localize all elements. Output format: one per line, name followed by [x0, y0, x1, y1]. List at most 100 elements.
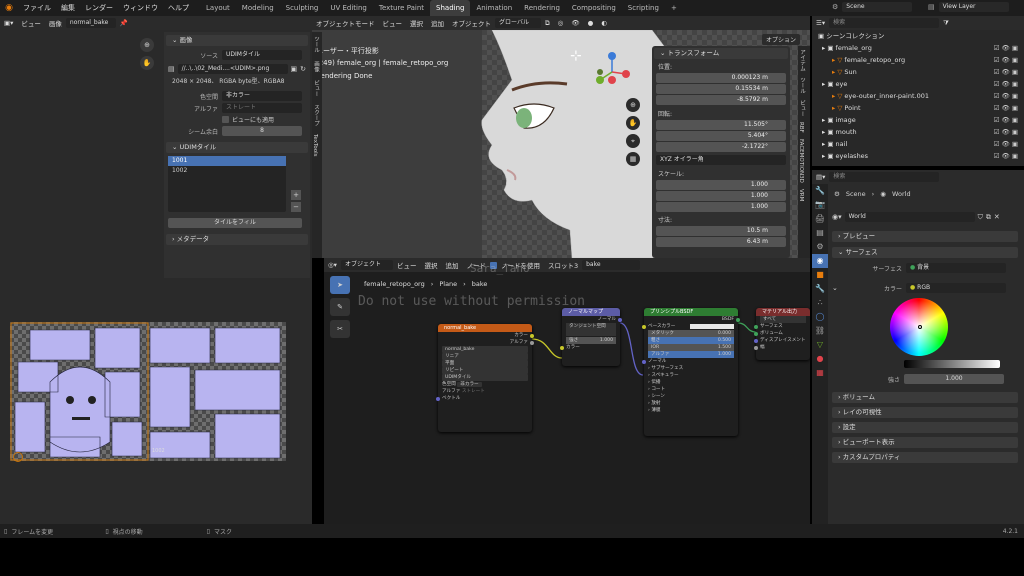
bsdf-roughness[interactable]: 粗さ 0.500: [644, 337, 738, 344]
outliner-type-icon[interactable]: ☰▾: [812, 19, 829, 27]
rotation-y[interactable]: 5.404°: [656, 131, 786, 141]
menu-image[interactable]: 画像: [45, 18, 66, 28]
properties-type-icon[interactable]: ▤▾: [812, 173, 829, 181]
tab-texture-paint[interactable]: Texture Paint: [373, 0, 430, 16]
bsdf-metallic[interactable]: メタリック 0.000: [644, 330, 738, 337]
output-displacement[interactable]: ディスプレイスメント: [754, 337, 810, 344]
hand-icon[interactable]: ✋: [140, 56, 154, 70]
value-slider[interactable]: [904, 360, 1000, 368]
tool-tab-icon[interactable]: 🔧: [812, 184, 828, 198]
outliner-search[interactable]: 検索: [829, 18, 940, 28]
physics-tab-icon[interactable]: ◯: [812, 310, 828, 324]
visibility-toggle-icon[interactable]: ☑ 👁 ▣: [994, 150, 1018, 162]
viewport-menu-select[interactable]: 選択: [406, 18, 427, 28]
image-node-alpha[interactable]: アルファ ストレート: [438, 388, 532, 395]
socket-surface-in[interactable]: [754, 324, 758, 329]
viewport-pan-icon[interactable]: ✋: [626, 116, 640, 130]
socket-normal-in[interactable]: [642, 359, 646, 364]
normal-map-strength[interactable]: 強さ 1.000: [562, 337, 620, 344]
section-image[interactable]: ⌄ 画像: [166, 35, 308, 46]
image-name-field[interactable]: normal_bake: [65, 18, 116, 28]
location-x[interactable]: 0.000123 m: [656, 73, 786, 83]
normal-map-space-field[interactable]: タンジェント空間: [566, 323, 616, 330]
socket-vector-in[interactable]: [436, 396, 440, 401]
material-tab-icon[interactable]: ●: [812, 352, 828, 366]
camera-view-icon[interactable]: ⌖: [626, 134, 640, 148]
scale-x[interactable]: 1.000: [656, 180, 786, 190]
normal-map-node[interactable]: ノーマルマップ ノーマル タンジェント空間 強さ 1.000 カラー: [560, 308, 622, 366]
menu-window[interactable]: ウィンドウ: [118, 3, 163, 13]
output-volume[interactable]: ボリューム: [754, 330, 810, 337]
normal-map-uv-field[interactable]: [566, 330, 616, 336]
section-custom-properties[interactable]: › カスタムプロパティ: [832, 452, 1018, 463]
menu-view[interactable]: ビュー: [17, 18, 45, 28]
world-name-field[interactable]: World: [844, 212, 975, 222]
location-y[interactable]: 0.15534 m: [656, 84, 786, 94]
properties-search[interactable]: 検索: [829, 172, 940, 182]
scale-z[interactable]: 1.000: [656, 202, 786, 212]
udim-tile-1002[interactable]: 1002: [168, 166, 286, 176]
outliner-item[interactable]: ▸ ▣ female_org ☑ 👁 ▣: [812, 42, 1024, 54]
remove-tile-button[interactable]: −: [291, 202, 301, 212]
principled-bsdf-node[interactable]: プリンシプルBSDF BSDF ベースカラー メタリック 0.000 粗さ 0.50…: [642, 308, 740, 436]
output-tab-icon[interactable]: 🖨: [812, 212, 828, 226]
image-node-colorspace-field[interactable]: 非カラー: [457, 382, 482, 387]
visibility-toggle-icon[interactable]: ☑ 👁 ▣: [994, 42, 1018, 54]
scene-selector[interactable]: ⚙ Scene: [832, 2, 913, 12]
section-ray-visibility[interactable]: › レイの可視性: [832, 407, 1018, 418]
bsdf-base-color-swatch[interactable]: [690, 324, 734, 329]
object-tab-icon[interactable]: ■: [812, 268, 828, 282]
dimension-y[interactable]: 6.43 m: [656, 237, 786, 247]
fake-user-icon[interactable]: ⛉: [978, 213, 983, 222]
view-checkbox[interactable]: [222, 116, 229, 123]
tab-shading[interactable]: Shading: [430, 0, 471, 16]
transform-header[interactable]: ⌄ トランスフォーム: [654, 48, 788, 59]
seam-field[interactable]: 8: [222, 126, 302, 136]
section-preview[interactable]: › プレビュー: [832, 231, 1018, 242]
section-metadata[interactable]: › メタデータ: [166, 234, 308, 245]
modifier-tab-icon[interactable]: 🔧: [812, 282, 828, 296]
output-surface[interactable]: サーフェス: [754, 323, 810, 330]
output-target[interactable]: すべて: [756, 316, 810, 323]
tab-rendering[interactable]: Rendering: [518, 0, 566, 16]
constraints-tab-icon[interactable]: ⛓: [812, 324, 828, 338]
unlink-icon[interactable]: ✕: [994, 213, 1000, 221]
filepath-field[interactable]: //..\..\02_Medi....<UDIM>.png: [177, 64, 288, 74]
socket-normal-out[interactable]: [618, 317, 622, 322]
vtab-scope[interactable]: スクープ: [312, 100, 320, 130]
blender-logo-icon[interactable]: ◉: [0, 3, 18, 13]
bsdf-metallic-value[interactable]: 0.000: [718, 330, 731, 337]
scene-field[interactable]: Scene: [842, 2, 913, 12]
normal-map-strength-value[interactable]: 1.000: [600, 337, 613, 344]
section-udim[interactable]: ⌄ UDIMタイル: [166, 142, 308, 153]
3d-cursor-icon[interactable]: ⊹: [570, 48, 582, 64]
dimension-x[interactable]: 10.5 m: [656, 226, 786, 236]
vtab-image[interactable]: 画像: [312, 57, 320, 76]
shading-solid-icon[interactable]: ●: [584, 19, 598, 27]
zoom-icon[interactable]: ⊕: [140, 38, 154, 52]
visibility-toggle-icon[interactable]: ☑ 👁 ▣: [994, 90, 1018, 102]
alpha-field[interactable]: ストレート: [222, 103, 302, 113]
image-node-proj-field[interactable]: 平面: [442, 360, 528, 367]
visibility-toggle-icon[interactable]: ☑ 👁 ▣: [994, 78, 1018, 90]
output-thickness[interactable]: 幅: [754, 344, 810, 351]
image-node-proj[interactable]: 平面: [438, 360, 532, 367]
particles-tab-icon[interactable]: ∴: [812, 296, 828, 310]
image-node-interp[interactable]: リニア: [438, 353, 532, 360]
visibility-toggle-icon[interactable]: ☑ 👁 ▣: [994, 102, 1018, 114]
bsdf-sub-7[interactable]: › 薄膜: [644, 407, 738, 414]
options-dropdown[interactable]: オプション: [762, 34, 801, 45]
view-layer-tab-icon[interactable]: ▤: [812, 226, 828, 240]
image-node-source[interactable]: UDIMタイル: [438, 374, 532, 381]
location-z[interactable]: -8.5792 m: [656, 95, 786, 105]
output-target-field[interactable]: すべて: [760, 316, 806, 323]
colorspace-field[interactable]: 非カラー: [222, 91, 302, 101]
outliner-item[interactable]: ▸ ▽ Sun ☑ 👁 ▣: [812, 66, 1024, 78]
crumb-scene[interactable]: Scene: [846, 190, 866, 198]
bsdf-sub-2[interactable]: › スペキュラー: [644, 372, 738, 379]
image-node-image-field[interactable]: normal_bake: [442, 346, 528, 353]
image-texture-node[interactable]: normal_bake カラー アルファ normal_bake リニア 平面 …: [436, 324, 534, 432]
add-workspace-icon[interactable]: +: [665, 0, 683, 16]
menu-help[interactable]: ヘルプ: [163, 3, 194, 13]
socket-thickness-in[interactable]: [754, 345, 758, 350]
